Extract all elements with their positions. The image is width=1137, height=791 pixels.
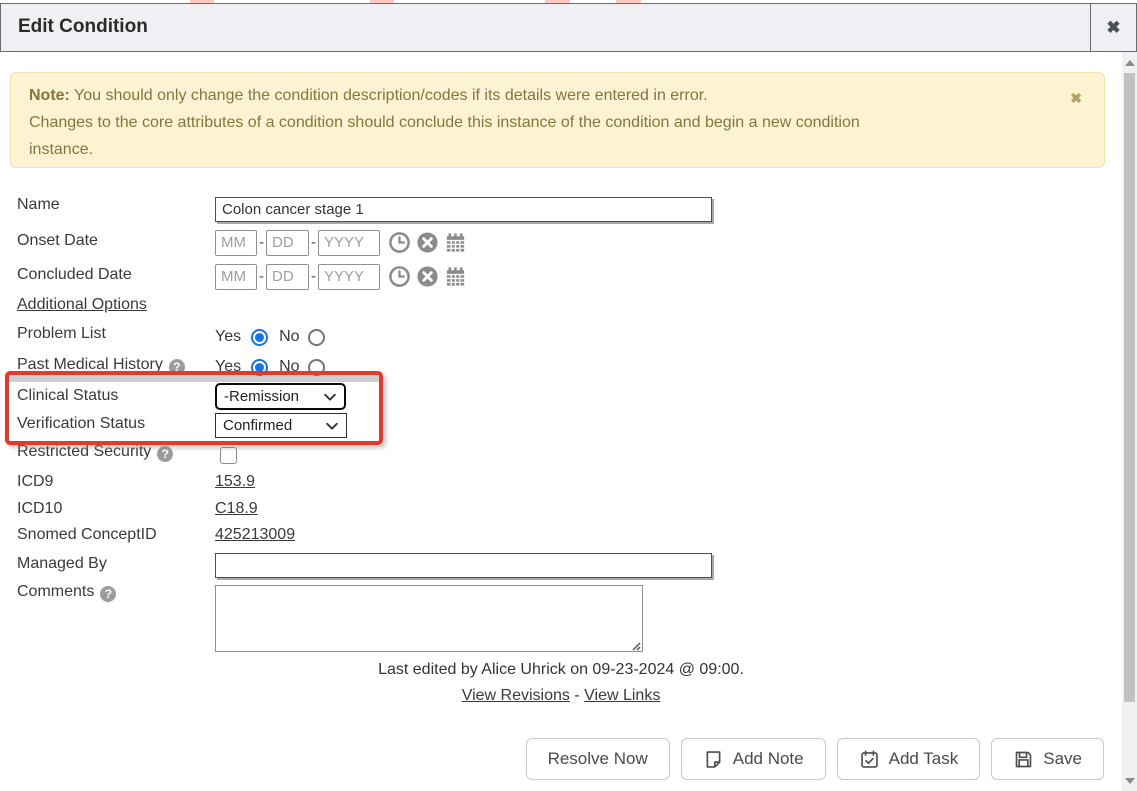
- view-revisions-link[interactable]: View Revisions: [462, 687, 570, 704]
- icd10-code-link[interactable]: C18.9: [215, 500, 258, 518]
- add-note-button[interactable]: Add Note: [681, 738, 826, 780]
- comments-label: Comments?: [17, 583, 116, 602]
- past-medical-history-yes-radio[interactable]: [251, 359, 268, 376]
- past-medical-history-label: Past Medical History?: [17, 356, 185, 375]
- note-line-1: Note: You should only change the conditi…: [29, 82, 1064, 109]
- note-icon: [703, 749, 724, 770]
- scroll-down-arrow-icon[interactable]: [1122, 772, 1137, 789]
- icd9-code-link[interactable]: 153.9: [215, 473, 255, 491]
- concluded-year-input[interactable]: [318, 264, 380, 290]
- dialog-header: Edit Condition: [0, 3, 1137, 52]
- comments-textarea[interactable]: [215, 585, 643, 652]
- managed-by-label: Managed By: [17, 555, 107, 573]
- no-option-label: No: [279, 358, 299, 376]
- dialog-button-row: Resolve Now Add Note Add Task Save: [526, 738, 1104, 780]
- problem-list-radio-group: Yes No: [215, 327, 325, 347]
- clinical-status-value: -Remission: [224, 388, 299, 405]
- onset-month-input[interactable]: [215, 230, 257, 256]
- onset-day-input[interactable]: [266, 230, 309, 256]
- dialog-title: Edit Condition: [18, 16, 148, 38]
- onset-date-row: - -: [215, 229, 467, 256]
- edit-condition-dialog: Edit Condition ✖ Note: You should only c…: [0, 0, 1137, 791]
- clear-date-icon[interactable]: [416, 231, 439, 254]
- last-edited-text: Last edited by Alice Uhrick on 09-23-202…: [0, 661, 1122, 679]
- snomed-concept-id-label: Snomed ConceptID: [17, 526, 157, 544]
- resize-handle-icon[interactable]: [629, 638, 641, 650]
- clinical-status-select[interactable]: -Remission: [215, 383, 346, 410]
- restricted-security-label: Restricted Security?: [17, 443, 173, 462]
- note-label: Note:: [29, 87, 70, 104]
- additional-options-link[interactable]: Additional Options: [17, 296, 147, 314]
- concluded-day-input[interactable]: [266, 264, 309, 290]
- clock-icon[interactable]: [388, 231, 411, 254]
- no-option-label: No: [279, 328, 299, 346]
- restricted-security-checkbox[interactable]: [220, 447, 237, 464]
- clinical-status-label: Clinical Status: [17, 387, 118, 405]
- yes-option-label: Yes: [215, 358, 241, 376]
- help-icon[interactable]: ?: [157, 446, 173, 462]
- scroll-up-arrow-icon[interactable]: [1122, 54, 1137, 71]
- add-task-button[interactable]: Add Task: [837, 738, 981, 780]
- icd9-label: ICD9: [17, 473, 53, 491]
- resolve-now-button[interactable]: Resolve Now: [526, 738, 670, 780]
- revision-links-row: View Revisions - View Links: [0, 687, 1122, 705]
- icd10-label: ICD10: [17, 500, 62, 518]
- calendar-check-icon: [859, 749, 880, 770]
- vertical-scrollbar[interactable]: [1122, 52, 1137, 791]
- past-medical-history-radio-group: Yes No: [215, 357, 325, 377]
- snomed-concept-id-link[interactable]: 425213009: [215, 526, 295, 544]
- concluded-date-label: Concluded Date: [17, 266, 132, 284]
- problem-list-label: Problem List: [17, 325, 106, 343]
- verification-status-select[interactable]: Confirmed: [215, 413, 347, 438]
- note-line-2: Changes to the core attributes of a cond…: [29, 109, 1064, 136]
- yes-option-label: Yes: [215, 328, 241, 346]
- close-icon[interactable]: ✖: [1091, 4, 1136, 51]
- calendar-icon[interactable]: [444, 265, 467, 288]
- concluded-date-row: - -: [215, 263, 467, 290]
- verification-status-label: Verification Status: [17, 415, 145, 433]
- note-line-3: instance.: [29, 136, 1064, 163]
- clock-icon[interactable]: [388, 265, 411, 288]
- warning-note-banner: Note: You should only change the conditi…: [10, 72, 1105, 168]
- links-separator: -: [574, 687, 579, 704]
- help-icon[interactable]: ?: [100, 586, 116, 602]
- past-medical-history-no-radio[interactable]: [308, 359, 325, 376]
- chevron-down-icon: [325, 419, 339, 433]
- problem-list-no-radio[interactable]: [308, 329, 325, 346]
- help-icon[interactable]: ?: [169, 359, 185, 375]
- view-links-link[interactable]: View Links: [584, 687, 660, 704]
- onset-date-label: Onset Date: [17, 232, 98, 250]
- managed-by-input[interactable]: [215, 553, 712, 578]
- clear-date-icon[interactable]: [416, 265, 439, 288]
- concluded-month-input[interactable]: [215, 264, 257, 290]
- onset-year-input[interactable]: [318, 230, 380, 256]
- verification-status-value: Confirmed: [223, 417, 292, 434]
- scrollbar-thumb[interactable]: [1124, 73, 1135, 702]
- save-button[interactable]: Save: [991, 738, 1104, 780]
- save-icon: [1013, 749, 1034, 770]
- chevron-down-icon: [323, 390, 337, 404]
- calendar-icon[interactable]: [444, 231, 467, 254]
- name-label: Name: [17, 196, 60, 214]
- problem-list-yes-radio[interactable]: [251, 329, 268, 346]
- name-input[interactable]: [215, 197, 712, 222]
- note-close-icon[interactable]: ✖: [1070, 85, 1082, 112]
